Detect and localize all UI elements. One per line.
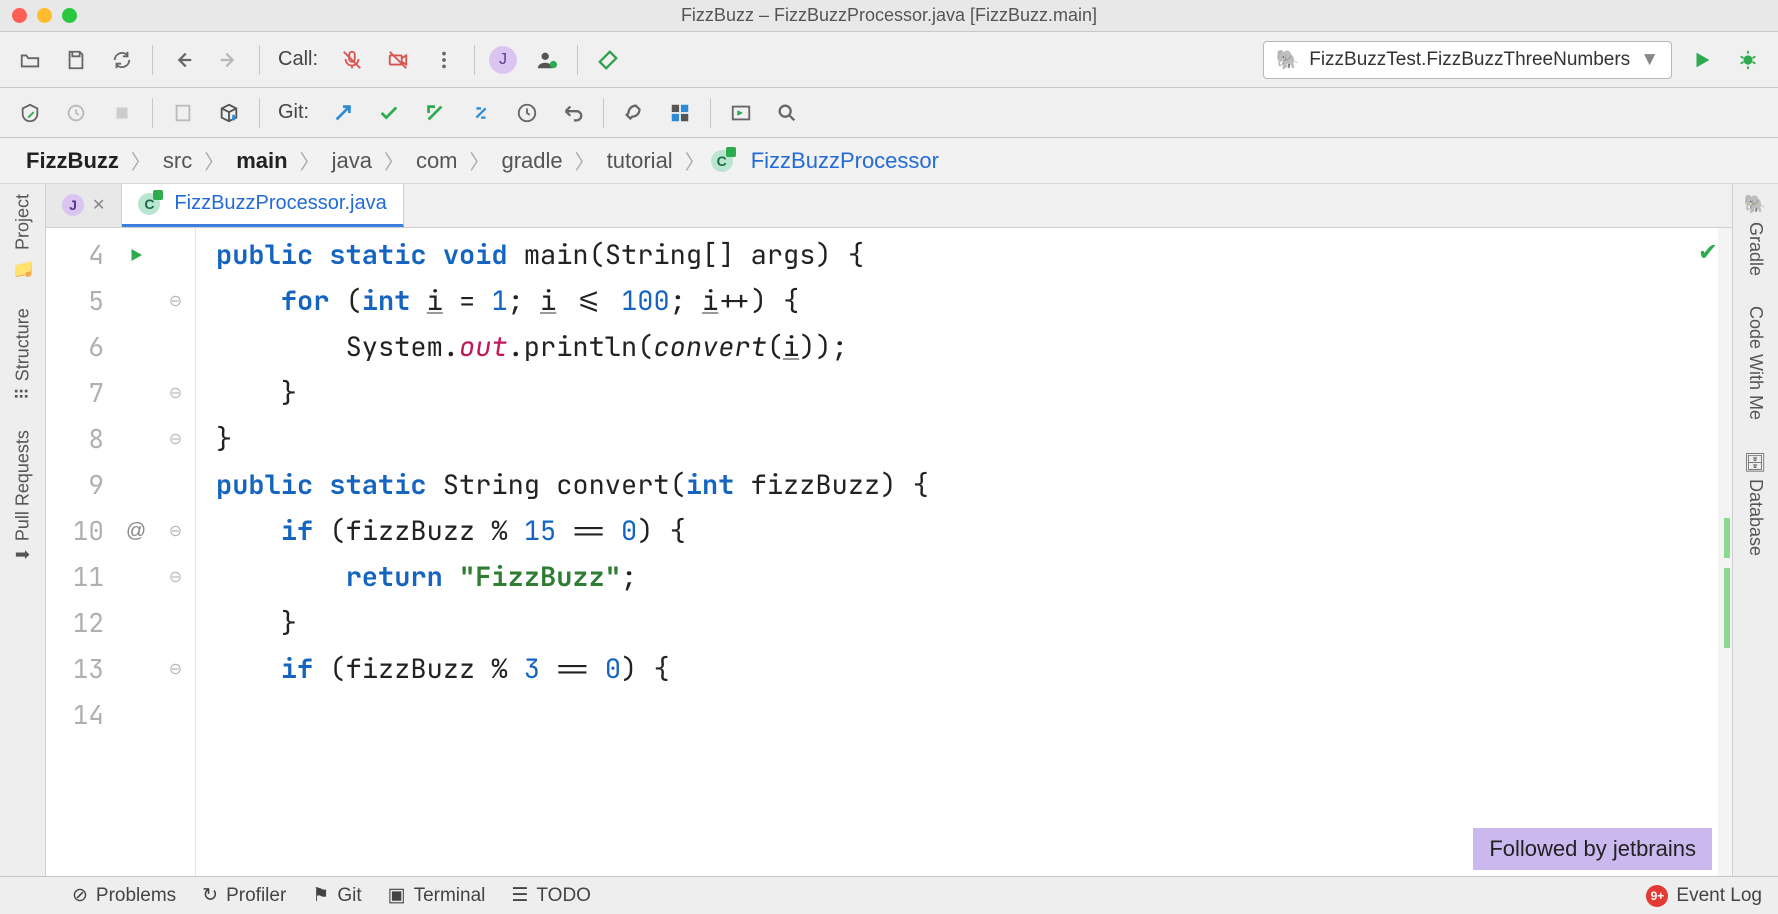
maximize-window-icon[interactable] bbox=[62, 8, 77, 23]
java-file-icon: J bbox=[62, 194, 84, 216]
rollback-icon[interactable] bbox=[557, 97, 589, 129]
right-tool-gutter: 🐘 Gradle Code With Me 🗄 Database bbox=[1732, 184, 1778, 876]
git-tool-button[interactable]: ⚑ Git bbox=[312, 884, 361, 907]
mic-muted-icon[interactable] bbox=[336, 44, 368, 76]
save-icon[interactable] bbox=[60, 44, 92, 76]
tab-label: FizzBuzzProcessor.java bbox=[174, 192, 386, 215]
close-window-icon[interactable] bbox=[12, 8, 27, 23]
editor-area: J ✕ C FizzBuzzProcessor.java 45678910111… bbox=[46, 184, 1732, 876]
terminal-tool-button[interactable]: ▣ Terminal bbox=[388, 884, 486, 907]
breadcrumb-item[interactable]: gradle bbox=[496, 146, 569, 176]
editor-tabs: J ✕ C FizzBuzzProcessor.java bbox=[46, 184, 1732, 228]
gradle-tool-button[interactable]: 🐘 Gradle bbox=[1745, 194, 1767, 276]
status-bar: ⊘ Problems ↻ Profiler ⚑ Git ▣ Terminal ☰… bbox=[0, 876, 1778, 914]
camera-off-icon[interactable] bbox=[382, 44, 414, 76]
history-icon[interactable] bbox=[511, 97, 543, 129]
breadcrumb: FizzBuzz〉 src〉 main〉 java〉 com〉 gradle〉 … bbox=[0, 138, 1778, 184]
profiler-tool-button[interactable]: ↻ Profiler bbox=[202, 884, 286, 907]
settings-icon[interactable] bbox=[618, 97, 650, 129]
breadcrumb-item[interactable]: FizzBuzz bbox=[20, 146, 125, 176]
code-content[interactable]: public static void main(String[] args) {… bbox=[196, 228, 1732, 876]
sync-icon[interactable] bbox=[106, 44, 138, 76]
gradle-icon: 🐘 bbox=[1276, 48, 1300, 72]
breadcrumb-item[interactable]: tutorial bbox=[601, 146, 679, 176]
left-tool-gutter: 📁 Project ⠿ Structure ⬇ Pull Requests bbox=[0, 184, 46, 876]
event-log-button[interactable]: 9+ Event Log bbox=[1646, 885, 1762, 907]
editor-tab[interactable]: J ✕ bbox=[46, 184, 122, 227]
user-avatar[interactable]: J bbox=[489, 46, 517, 74]
run-coverage-icon[interactable] bbox=[14, 97, 46, 129]
open-icon[interactable] bbox=[14, 44, 46, 76]
structure-tool-button[interactable]: ⠿ Structure bbox=[12, 308, 34, 400]
code-editor[interactable]: 4567891011121314 @ ⊖⊖⊖⊖⊖⊖ public static … bbox=[46, 228, 1732, 876]
more-icon[interactable] bbox=[428, 44, 460, 76]
error-stripe[interactable] bbox=[1718, 228, 1732, 876]
breadcrumb-item[interactable]: main bbox=[230, 146, 293, 176]
git-commit-icon[interactable] bbox=[373, 97, 405, 129]
back-icon[interactable] bbox=[167, 44, 199, 76]
inspection-ok-icon[interactable]: ✔ bbox=[1698, 238, 1718, 267]
add-user-icon[interactable] bbox=[531, 44, 563, 76]
editor-tab[interactable]: C FizzBuzzProcessor.java bbox=[122, 184, 403, 227]
fold-gutter: ⊖⊖⊖⊖⊖⊖ bbox=[156, 228, 196, 876]
run-config-label: FizzBuzzTest.FizzBuzzThreeNumbers bbox=[1309, 49, 1630, 71]
profile-icon[interactable] bbox=[60, 97, 92, 129]
class-icon: C bbox=[711, 150, 733, 172]
git-fetch-icon[interactable] bbox=[465, 97, 497, 129]
run-button[interactable] bbox=[1686, 44, 1718, 76]
stop-icon[interactable] bbox=[106, 97, 138, 129]
build-icon[interactable] bbox=[592, 44, 624, 76]
line-numbers: 4567891011121314 bbox=[46, 228, 116, 876]
class-icon: C bbox=[138, 193, 160, 215]
codewithme-tool-button[interactable]: Code With Me bbox=[1745, 306, 1766, 420]
git-label: Git: bbox=[278, 101, 309, 124]
breadcrumb-item[interactable]: FizzBuzzProcessor bbox=[745, 146, 945, 176]
problems-tool-button[interactable]: ⊘ Problems bbox=[72, 884, 176, 907]
breadcrumb-item[interactable]: src bbox=[157, 146, 198, 176]
notification-badge: 9+ bbox=[1646, 885, 1668, 907]
project-tool-button[interactable]: 📁 Project bbox=[12, 194, 34, 278]
secondary-toolbar: Git: bbox=[0, 88, 1778, 138]
git-pull-icon[interactable] bbox=[327, 97, 359, 129]
breadcrumb-item[interactable]: com bbox=[410, 146, 464, 176]
minimize-window-icon[interactable] bbox=[37, 8, 52, 23]
run-config-dropdown[interactable]: 🐘 FizzBuzzTest.FizzBuzzThreeNumbers ▼ bbox=[1263, 41, 1672, 79]
todo-tool-button[interactable]: ☰ TODO bbox=[511, 884, 591, 907]
attach-icon[interactable] bbox=[167, 97, 199, 129]
breadcrumb-item[interactable]: java bbox=[326, 146, 378, 176]
git-push-icon[interactable] bbox=[419, 97, 451, 129]
window-title: FizzBuzz – FizzBuzzProcessor.java [FizzB… bbox=[681, 5, 1097, 26]
chevron-down-icon: ▼ bbox=[1640, 49, 1659, 71]
pull-requests-tool-button[interactable]: ⬇ Pull Requests bbox=[12, 430, 34, 562]
package-icon[interactable] bbox=[213, 97, 245, 129]
run-anything-icon[interactable] bbox=[725, 97, 757, 129]
search-icon[interactable] bbox=[771, 97, 803, 129]
run-gutter: @ bbox=[116, 228, 156, 876]
call-label: Call: bbox=[278, 48, 318, 71]
forward-icon[interactable] bbox=[213, 44, 245, 76]
database-tool-button[interactable]: 🗄 Database bbox=[1745, 450, 1767, 556]
titlebar: FizzBuzz – FizzBuzzProcessor.java [FizzB… bbox=[0, 0, 1778, 32]
debug-button[interactable] bbox=[1732, 44, 1764, 76]
close-tab-icon[interactable]: ✕ bbox=[92, 195, 105, 215]
followed-badge[interactable]: Followed by jetbrains bbox=[1473, 828, 1712, 870]
main-toolbar: Call: J 🐘 FizzBuzzTest.FizzBuzzThreeNumb… bbox=[0, 32, 1778, 88]
project-structure-icon[interactable] bbox=[664, 97, 696, 129]
